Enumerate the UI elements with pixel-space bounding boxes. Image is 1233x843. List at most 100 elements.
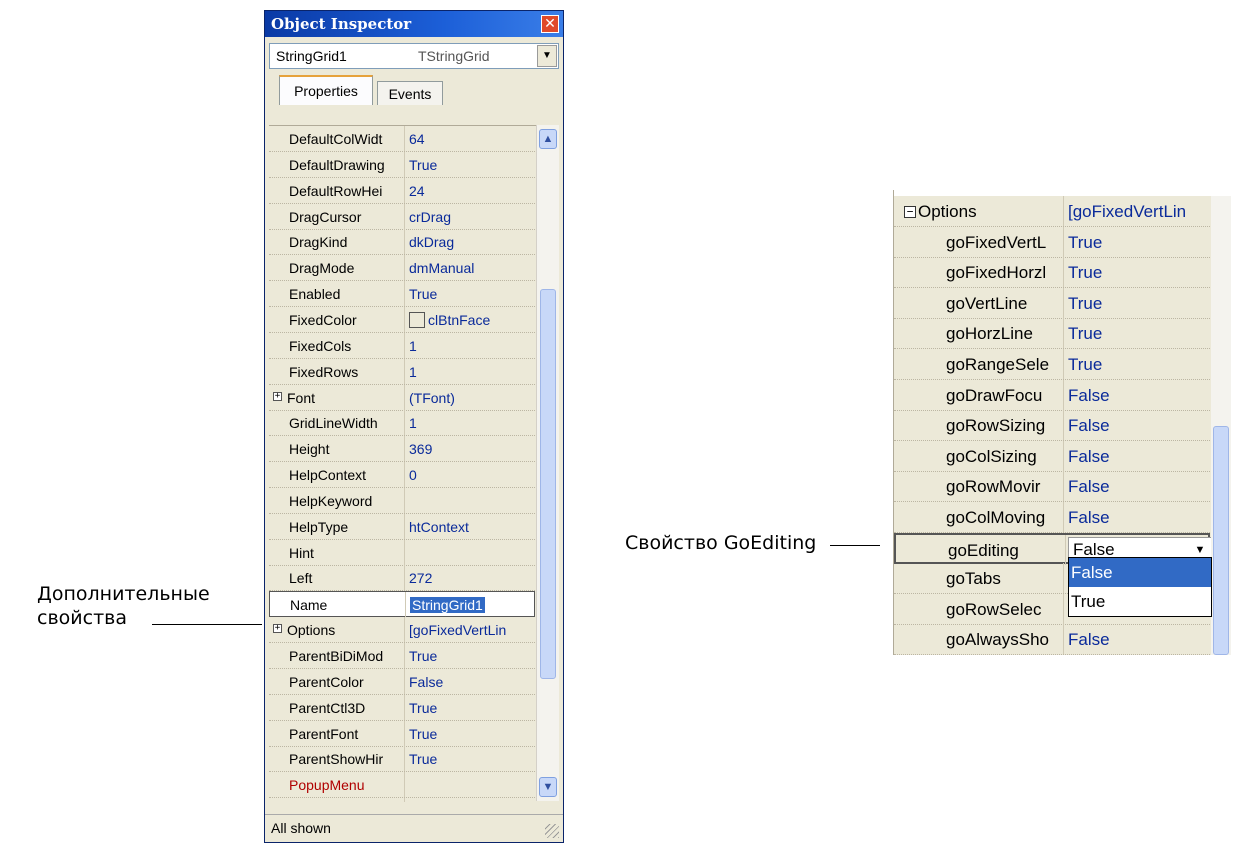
property-row[interactable]: Name StringGrid1 (269, 591, 535, 617)
resize-grip-icon[interactable] (545, 824, 559, 838)
property-value[interactable]: True (409, 721, 535, 747)
property-row[interactable]: PopupMenu (269, 772, 535, 798)
property-value[interactable]: True (409, 695, 535, 721)
option-value[interactable]: False (1068, 502, 1210, 533)
option-value[interactable]: False (1068, 441, 1210, 472)
option-value[interactable]: False (1068, 410, 1210, 441)
property-value[interactable]: (TFont) (409, 385, 535, 411)
property-row[interactable]: ParentBiDiMod True (269, 643, 535, 669)
property-row[interactable]: FixedColor clBtnFace (269, 307, 535, 333)
property-row[interactable]: Enabled True (269, 281, 535, 307)
option-value[interactable]: True (1068, 257, 1210, 288)
option-row[interactable]: goAlwaysSho False (894, 624, 1210, 655)
scroll-up-icon[interactable]: ▲ (539, 129, 557, 149)
property-name: ParentShowHir (269, 746, 405, 771)
option-row[interactable]: goFixedHorzl True (894, 257, 1210, 288)
property-value[interactable]: True (409, 281, 535, 307)
expand-plus-icon[interactable]: + (273, 392, 282, 401)
property-value[interactable]: 24 (409, 178, 535, 204)
scrollbar-thumb[interactable] (1213, 426, 1229, 655)
property-value[interactable]: 369 (409, 436, 535, 462)
property-row[interactable]: HelpType htContext (269, 514, 535, 540)
property-row[interactable]: DragKind dkDrag (269, 229, 535, 255)
object-selector-combo[interactable]: StringGrid1 TStringGrid ▼ (269, 43, 559, 69)
property-name: FixedColor (269, 307, 405, 332)
property-value[interactable]: 1 (409, 410, 535, 436)
property-value[interactable]: dmManual (409, 255, 535, 281)
property-grid-scrollbar[interactable]: ▲ ▼ (536, 125, 559, 801)
property-value[interactable]: True (409, 746, 535, 772)
property-row[interactable]: DefaultRowHei 24 (269, 178, 535, 204)
property-row[interactable]: Font + (TFont) (269, 385, 535, 411)
option-value[interactable]: True (1068, 227, 1210, 258)
property-row[interactable]: FixedCols 1 (269, 333, 535, 359)
options-header-row[interactable]: − Options [goFixedVertLin (894, 196, 1210, 227)
property-row[interactable]: RowCount 5 (269, 798, 535, 802)
property-value[interactable]: [goFixedVertLin (1068, 196, 1210, 227)
option-name: goRangeSele (894, 349, 1064, 379)
property-value[interactable]: dkDrag (409, 229, 535, 255)
property-name: ParentColor (269, 669, 405, 694)
property-row[interactable]: ParentColor False (269, 669, 535, 695)
property-row[interactable]: Hint (269, 540, 535, 566)
option-row[interactable]: goDrawFocu False (894, 380, 1210, 411)
property-value[interactable]: 272 (409, 565, 535, 591)
close-icon[interactable]: ✕ (541, 15, 559, 33)
property-row[interactable]: ParentCtl3D True (269, 695, 535, 721)
dropdown-option-false[interactable]: False (1069, 558, 1211, 587)
goediting-dropdown-list[interactable]: False True (1068, 557, 1212, 617)
property-value[interactable]: 0 (409, 462, 535, 488)
option-row[interactable]: goColMoving False (894, 502, 1210, 533)
scrollbar-thumb[interactable] (540, 289, 556, 679)
property-value[interactable]: clBtnFace (409, 307, 535, 333)
property-row[interactable]: GridLineWidth 1 (269, 410, 535, 436)
property-value[interactable]: 64 (409, 126, 535, 152)
property-value[interactable]: crDrag (409, 204, 535, 230)
option-value[interactable]: True (1068, 349, 1210, 380)
property-row[interactable]: Left 272 (269, 565, 535, 591)
option-row[interactable]: goRowMovir False (894, 471, 1210, 502)
property-value[interactable]: 1 (409, 333, 535, 359)
property-value[interactable]: htContext (409, 514, 535, 540)
property-row[interactable]: Options + [goFixedVertLin (269, 617, 535, 643)
property-name: ParentCtl3D (269, 695, 405, 720)
scroll-down-icon[interactable]: ▼ (539, 777, 557, 797)
property-row[interactable]: HelpContext 0 (269, 462, 535, 488)
property-value[interactable]: True (409, 152, 535, 178)
property-row[interactable]: HelpKeyword (269, 488, 535, 514)
property-row[interactable]: ParentFont True (269, 721, 535, 747)
dropdown-option-true[interactable]: True (1069, 587, 1211, 616)
property-row[interactable]: Height 369 (269, 436, 535, 462)
expand-plus-icon[interactable]: + (273, 624, 282, 633)
option-value[interactable]: True (1068, 288, 1210, 319)
property-name: ParentFont (269, 721, 405, 746)
property-row[interactable]: DragMode dmManual (269, 255, 535, 281)
chevron-down-icon[interactable]: ▼ (537, 45, 557, 67)
property-value[interactable]: 5 (409, 798, 535, 802)
option-value[interactable]: False (1068, 471, 1210, 502)
property-row[interactable]: DefaultDrawing True (269, 152, 535, 178)
option-row[interactable]: goRowSizing False (894, 410, 1210, 441)
window-title-bar[interactable]: Object Inspector ✕ (265, 11, 563, 37)
options-scrollbar[interactable] (1211, 196, 1231, 655)
property-row[interactable]: DefaultColWidt 64 (269, 126, 535, 152)
property-value[interactable]: [goFixedVertLin (409, 617, 535, 643)
property-value[interactable]: 1 (409, 359, 535, 385)
option-value[interactable]: True (1068, 318, 1210, 349)
option-value[interactable]: False (1068, 380, 1210, 411)
property-row[interactable]: DragCursor crDrag (269, 204, 535, 230)
property-row[interactable]: FixedRows 1 (269, 359, 535, 385)
tab-events[interactable]: Events (377, 81, 443, 105)
option-row[interactable]: goColSizing False (894, 441, 1210, 472)
property-value[interactable]: True (409, 643, 535, 669)
option-row[interactable]: goVertLine True (894, 288, 1210, 319)
option-row[interactable]: goRangeSele True (894, 349, 1210, 380)
tab-properties[interactable]: Properties (279, 75, 373, 105)
option-row[interactable]: goFixedVertL True (894, 227, 1210, 258)
property-value[interactable]: False (409, 669, 535, 695)
option-value[interactable]: False (1068, 624, 1210, 655)
property-value[interactable]: StringGrid1 (410, 592, 536, 618)
option-row[interactable]: goHorzLine True (894, 318, 1210, 349)
property-row[interactable]: ParentShowHir True (269, 746, 535, 772)
property-value-edit[interactable]: StringGrid1 (410, 597, 485, 613)
